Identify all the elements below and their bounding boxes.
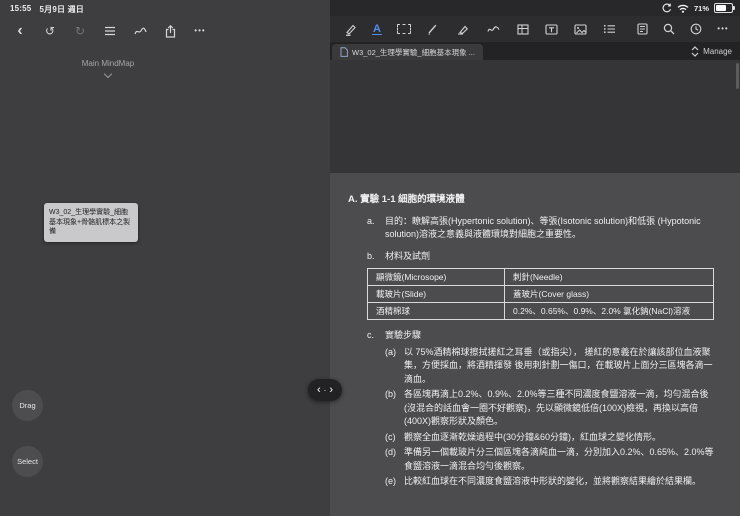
freehand-tool-icon[interactable] bbox=[487, 21, 501, 37]
item-label: a. bbox=[367, 215, 375, 226]
mindmap-node[interactable]: W3_02_生理學實驗_細胞基本現象+骨骼肌標本之製備 bbox=[44, 203, 138, 242]
highlighter-tool-icon[interactable] bbox=[343, 21, 357, 37]
table-row: 顯微鏡(Microsope) 刺針(Needle) bbox=[367, 268, 714, 286]
step-label: (a) bbox=[385, 346, 396, 357]
outline-tool-icon[interactable] bbox=[603, 21, 617, 37]
search-icon[interactable] bbox=[662, 21, 676, 37]
select-mode-button[interactable]: Select bbox=[12, 446, 43, 477]
step-text: 以 75%酒精棉球擦拭搓紅之耳垂（或指尖）， 搓紅的意義在於讓該部位血液聚集，方… bbox=[404, 346, 713, 384]
image-tool-icon[interactable] bbox=[574, 21, 588, 37]
document-page[interactable]: A. 實驗 1-1 細胞的環境液體 a. 目的：瞭解高張(Hypertonic … bbox=[330, 173, 740, 516]
section-title: A. 實驗 1-1 細胞的環境液體 bbox=[348, 194, 465, 205]
step-text: 觀察全血逐漸乾燥過程中(30分鐘&60分鐘)，紅血球之變化情形。 bbox=[404, 431, 662, 442]
status-bar-left: 15:55 5月9日 週日 bbox=[10, 4, 84, 15]
list-item: a. 目的：瞭解高張(Hypertonic solution)、等張(Isoto… bbox=[367, 215, 714, 242]
battery-percent: 71% bbox=[693, 3, 709, 13]
status-time: 15:55 bbox=[10, 4, 32, 13]
mindmap-title[interactable]: Main MindMap bbox=[0, 59, 216, 68]
pen-squiggle-icon[interactable] bbox=[133, 23, 147, 39]
scrollbar[interactable] bbox=[736, 63, 739, 89]
nav-right-icon[interactable]: › bbox=[329, 384, 333, 396]
table-row: 載玻片(Slide) 蓋玻片(Cover glass) bbox=[367, 285, 714, 303]
item-text: 目的：瞭解高張(Hypertonic solution)、等張(Isotonic… bbox=[385, 215, 701, 240]
step-label: (c) bbox=[385, 431, 396, 442]
table-cell: 0.2%、0.65%、0.9%、2.0% 氯化鈉(NaCl)溶液 bbox=[504, 302, 714, 320]
step-text: 準備另一個載玻片分三個區塊各滴純血一滴，分別加入0.2%、0.65%、2.0%等… bbox=[404, 447, 714, 471]
document-tab-bar: W3_02_生理學實驗_細胞基本現象 ... Manage bbox=[330, 42, 740, 60]
redo-icon[interactable]: ↻ bbox=[73, 23, 87, 39]
document-tab-title: W3_02_生理學實驗_細胞基本現象 ... bbox=[352, 47, 475, 57]
document-icon bbox=[340, 47, 348, 57]
battery-icon bbox=[714, 3, 735, 13]
app-screen: 15:55 5月9日 週日 ‹ ↺ ↻ ••• Main MindMap W3_… bbox=[0, 0, 740, 516]
status-date: 5月9日 週日 bbox=[39, 5, 84, 14]
mindmap-title-wrap: Main MindMap bbox=[0, 59, 216, 79]
manage-label: Manage bbox=[703, 46, 732, 56]
table-cell: 載玻片(Slide) bbox=[367, 285, 505, 303]
manage-tabs-button[interactable]: Manage bbox=[691, 42, 740, 60]
eraser-tool-icon[interactable] bbox=[455, 21, 469, 37]
mindmap-toolbar: ‹ ↺ ↻ ••• bbox=[13, 23, 207, 39]
annotation-tools-group bbox=[487, 21, 617, 37]
text-excerpt-tool-icon[interactable]: A bbox=[372, 23, 382, 35]
document-actions-group: ••• bbox=[635, 21, 730, 37]
step-text: 各區塊再滴上0.2%、0.9%、2.0%等三種不同濃度食鹽溶液一滴，均勻混合後(… bbox=[404, 389, 709, 426]
table-cell: 酒精棉球 bbox=[367, 302, 505, 320]
table-cell: 刺針(Needle) bbox=[504, 268, 714, 286]
share-icon[interactable] bbox=[163, 23, 177, 39]
table-row: 酒精棉球 0.2%、0.65%、0.9%、2.0% 氯化鈉(NaCl)溶液 bbox=[367, 302, 714, 320]
document-tab[interactable]: W3_02_生理學實驗_細胞基本現象 ... bbox=[332, 44, 483, 60]
item-label: c. bbox=[367, 330, 375, 340]
rotation-lock-icon bbox=[662, 3, 672, 13]
undo-icon[interactable]: ↺ bbox=[43, 23, 57, 39]
chevron-down-icon[interactable] bbox=[103, 69, 113, 79]
wifi-icon bbox=[677, 4, 689, 13]
step-item: (c) 觀察全血逐漸乾燥過程中(30分鐘&60分鐘)，紅血球之變化情形。 bbox=[385, 431, 714, 445]
textbox-tool-icon[interactable] bbox=[545, 21, 559, 37]
step-text: 比較紅血球在不同濃度食鹽溶液中形狀的變化，並將觀察結果繪於結果欄。 bbox=[404, 476, 702, 486]
pen-tool-icon[interactable] bbox=[426, 21, 440, 37]
nav-left-icon[interactable]: ‹ bbox=[317, 384, 321, 396]
document-panel: 71% A ••• W3_02_生理學實驗_細胞基本現象 ... Manage … bbox=[330, 0, 740, 516]
history-icon[interactable] bbox=[689, 21, 703, 37]
back-icon[interactable]: ‹ bbox=[13, 23, 27, 39]
document-area[interactable]: A. 實驗 1-1 細胞的環境液體 a. 目的：瞭解高張(Hypertonic … bbox=[330, 60, 740, 516]
frame-tool-icon[interactable] bbox=[516, 21, 530, 37]
excerpt-tools-group: A bbox=[343, 21, 469, 37]
step-label: (b) bbox=[385, 389, 396, 399]
more-icon[interactable]: ••• bbox=[716, 21, 730, 37]
sort-updown-icon bbox=[691, 45, 699, 57]
document-sidebar-icon[interactable] bbox=[635, 21, 649, 37]
panel-collapse-toggle[interactable]: ‹ · › bbox=[308, 379, 342, 401]
item-text: 實驗步驟 bbox=[385, 330, 422, 340]
steps-heading: c. 實驗步驟 bbox=[367, 329, 714, 343]
step-item: (d) 準備另一個載玻片分三個區塊各滴純血一滴，分別加入0.2%、0.65%、2… bbox=[385, 446, 714, 473]
step-item: (e) 比較紅血球在不同濃度食鹽溶液中形狀的變化，並將觀察結果繪於結果欄。 bbox=[385, 475, 714, 489]
drag-mode-button[interactable]: Drag bbox=[12, 390, 43, 421]
item-text: 材料及試劑 bbox=[385, 250, 431, 261]
table-cell: 蓋玻片(Cover glass) bbox=[504, 285, 714, 303]
rect-excerpt-tool-icon[interactable] bbox=[396, 24, 411, 34]
list-icon[interactable] bbox=[103, 23, 117, 39]
more-icon[interactable]: ••• bbox=[193, 23, 207, 39]
item-label: b. bbox=[367, 250, 375, 261]
document-toolbar: A ••• bbox=[330, 16, 740, 42]
table-cell: 顯微鏡(Microsope) bbox=[367, 268, 505, 286]
materials-table: 顯微鏡(Microsope) 刺針(Needle) 載玻片(Slide) 蓋玻片… bbox=[367, 268, 714, 320]
step-item: (a) 以 75%酒精棉球擦拭搓紅之耳垂（或指尖）， 搓紅的意義在於讓該部位血液… bbox=[385, 346, 714, 387]
nav-dot-icon: · bbox=[323, 385, 327, 395]
step-label: (e) bbox=[385, 476, 396, 486]
step-item: (b) 各區塊再滴上0.2%、0.9%、2.0%等三種不同濃度食鹽溶液一滴，均勻… bbox=[385, 388, 714, 429]
page-content: A. 實驗 1-1 細胞的環境液體 a. 目的：瞭解高張(Hypertonic … bbox=[330, 173, 740, 489]
step-label: (d) bbox=[385, 447, 396, 457]
list-item: b. 材料及試劑 bbox=[367, 250, 714, 264]
status-bar-right: 71% bbox=[662, 3, 735, 13]
